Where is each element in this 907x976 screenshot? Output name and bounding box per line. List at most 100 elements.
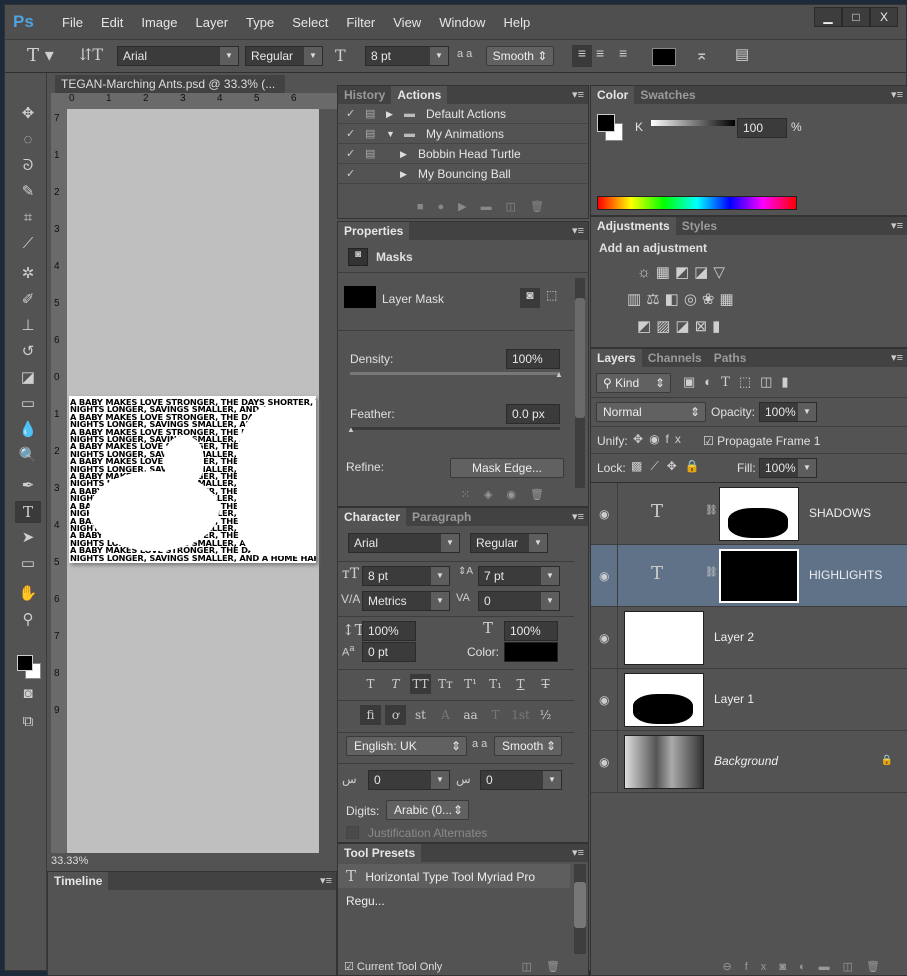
menu-window[interactable]: Window [430, 15, 494, 30]
menu-view[interactable]: View [384, 15, 430, 30]
dialog-toggle-icon[interactable]: ▤ [365, 144, 375, 164]
eye-icon[interactable]: ◉ [599, 507, 609, 521]
blur-tool-icon[interactable]: 💧 [15, 419, 41, 441]
invert-icon[interactable]: ◩ [637, 318, 656, 335]
hue-saturation-icon[interactable]: ▥ [627, 291, 646, 308]
brush-tool-icon[interactable]: ✐ [15, 289, 41, 311]
type-filter-icon[interactable]: T [721, 375, 739, 390]
panel-menu-icon[interactable]: ▾≡ [572, 222, 584, 240]
opacity-input[interactable]: 100% ▼ [759, 402, 817, 422]
presets-scrollbar[interactable] [574, 864, 586, 954]
layer-thumbnail[interactable] [624, 735, 704, 789]
record-icon[interactable]: ● [438, 201, 459, 213]
fractions-button[interactable]: ½ [535, 705, 556, 725]
panel-menu-icon[interactable]: ▾≡ [320, 872, 332, 890]
justification-checkbox[interactable] [346, 826, 359, 839]
brightness-icon[interactable]: ☼ [637, 264, 656, 281]
vibrance-icon[interactable]: ▽ [713, 264, 730, 281]
chain-link-icon[interactable]: ⛓ [705, 505, 718, 516]
pixel-filter-icon[interactable]: ▣ [683, 374, 704, 389]
layer-filter-select[interactable]: ⚲ Kind ⇕ [596, 373, 671, 393]
path-selection-tool-icon[interactable]: ➤ [15, 527, 41, 549]
exposure-icon[interactable]: ◪ [694, 264, 713, 281]
collapsed-arrow-icon[interactable]: ▶ [386, 104, 393, 124]
faux-bold-button[interactable]: T [360, 674, 381, 694]
action-item[interactable]: ✓ ▤ ▶ ▬ Default Actions [338, 104, 588, 124]
levels-icon[interactable]: ▦ [656, 264, 675, 281]
action-item[interactable]: ✓ ▶ My Bouncing Ball [338, 164, 588, 184]
new-action-icon[interactable]: ◫ [506, 201, 530, 213]
pen-tool-icon[interactable]: ✒ [15, 475, 41, 497]
feather-input[interactable]: 0.0 px [506, 404, 560, 424]
tab-character[interactable]: Character [338, 508, 407, 526]
panel-menu-icon[interactable]: ▾≡ [891, 349, 903, 367]
layer-thumbnail[interactable] [624, 673, 704, 727]
action-item[interactable]: ✓ ▤ ▶ Bobbin Head Turtle [338, 144, 588, 164]
marquee-tool-icon[interactable]: ◌ [15, 129, 41, 151]
tool-preset-item[interactable]: T Horizontal Type Tool Myriad Pro Regu..… [338, 864, 570, 908]
load-selection-icon[interactable]: ⁙ [461, 489, 484, 501]
photo-filter-icon[interactable]: ◎ [684, 291, 702, 308]
layer-thumbnail[interactable] [719, 549, 799, 603]
font-style-select[interactable]: Regular ▼ [245, 46, 323, 66]
tab-channels[interactable]: Channels [642, 349, 708, 367]
check-icon[interactable]: ✓ [346, 144, 355, 164]
new-group-icon[interactable]: ▬ [819, 961, 843, 973]
tab-timeline[interactable]: Timeline [48, 872, 109, 890]
strikethrough-button[interactable]: T [535, 674, 556, 694]
screen-mode-icon[interactable]: ⧉ [15, 711, 41, 733]
type-tool-preset-icon[interactable]: T ▾ [27, 45, 54, 66]
eyedropper-tool-icon[interactable]: ⟋ [15, 233, 41, 255]
propagate-frame-checkbox[interactable]: ☑ Propagate Frame 1 [703, 434, 820, 448]
link-layers-icon[interactable]: ⊖ [723, 961, 745, 973]
eraser-tool-icon[interactable]: ◪ [15, 367, 41, 389]
menu-layer[interactable]: Layer [187, 15, 238, 30]
lock-transparent-icon[interactable]: ▩ [631, 459, 650, 473]
history-brush-tool-icon[interactable]: ↺ [15, 341, 41, 363]
expanded-arrow-icon[interactable]: ▼ [386, 124, 395, 144]
contextual-alternates-button[interactable]: ơ [385, 705, 406, 725]
shape-filter-icon[interactable]: ⬚ [739, 374, 760, 389]
tab-paths[interactable]: Paths [708, 349, 753, 367]
check-icon[interactable]: ✓ [346, 164, 355, 184]
selective-color-icon[interactable]: ⊠ [695, 318, 713, 335]
black-white-icon[interactable]: ◧ [665, 291, 684, 308]
delete-icon[interactable]: 🗑 [530, 489, 558, 501]
canvas-area[interactable]: A BABY MAKES LOVE STRONGER, THE DAYS SHO… [67, 109, 319, 853]
menu-select[interactable]: Select [283, 15, 337, 30]
blend-mode-select[interactable]: Normal ⇕ [596, 402, 706, 422]
dodge-tool-icon[interactable]: 🔍 [15, 445, 41, 467]
add-mask-icon[interactable]: ◙ [779, 961, 799, 973]
healing-brush-tool-icon[interactable]: ✲ [15, 263, 41, 285]
kerning-select[interactable]: Metrics ▼ [362, 591, 450, 611]
character-font-select[interactable]: Arial ▼ [348, 533, 460, 553]
feather-slider-handle[interactable]: ▲ [347, 425, 355, 434]
language-select[interactable]: English: UK ⇕ [346, 736, 467, 756]
layer-name[interactable]: SHADOWS [809, 506, 871, 520]
layer-thumbnail[interactable] [719, 487, 799, 541]
lock-all-icon[interactable]: 🔒 [685, 459, 708, 473]
unify-position-icon[interactable]: ✥ [633, 432, 649, 446]
k-value-input[interactable]: 100 [737, 118, 787, 138]
density-slider-handle[interactable]: ▲ [555, 370, 563, 379]
gradient-map-icon[interactable]: ▮ [712, 318, 725, 335]
rectangle-tool-icon[interactable]: ▭ [15, 553, 41, 575]
gradient-tool-icon[interactable]: ▭ [15, 393, 41, 415]
layer-row[interactable]: ◉ Background 🔒 [591, 731, 907, 793]
lock-pixels-icon[interactable]: ⟋ [650, 459, 666, 473]
layer-row[interactable]: ◉ Layer 2 [591, 607, 907, 669]
posterize-icon[interactable]: ▨ [656, 318, 675, 335]
menu-type[interactable]: Type [237, 15, 283, 30]
color-lookup-icon[interactable]: ▦ [720, 291, 739, 308]
tab-actions[interactable]: Actions [391, 86, 448, 104]
layer-name[interactable]: Layer 2 [714, 630, 754, 644]
eye-icon[interactable]: ◉ [599, 569, 609, 583]
standard-ligatures-button[interactable]: fi [360, 705, 381, 725]
curves-icon[interactable]: ◩ [675, 264, 694, 281]
ordinals-button[interactable]: 1st [510, 705, 531, 725]
align-right-icon[interactable]: ≡ [619, 45, 627, 61]
lasso-tool-icon[interactable]: ᘐ [15, 155, 41, 177]
arabic-option-1-select[interactable]: 0 ▼ [368, 770, 450, 790]
chain-link-icon[interactable]: ⛓ [705, 567, 718, 578]
new-layer-icon[interactable]: ◫ [843, 961, 866, 973]
